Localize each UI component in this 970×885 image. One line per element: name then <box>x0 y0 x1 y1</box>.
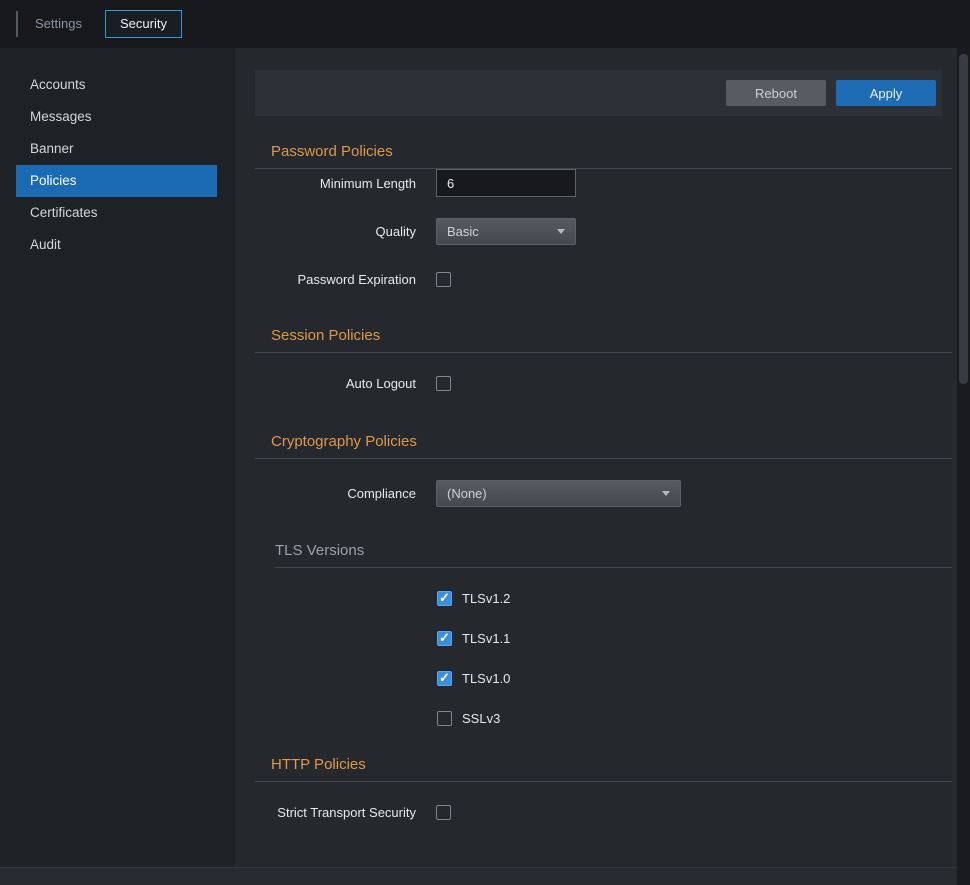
strict-transport-security-row: Strict Transport Security <box>255 798 952 826</box>
compliance-selected-value: (None) <box>447 486 487 501</box>
tls-v1-1-label: TLSv1.1 <box>462 631 510 646</box>
section-password-policies: Password Policies Minimum Length Quality… <box>255 143 952 293</box>
sidebar-item-banner[interactable]: Banner <box>16 133 217 165</box>
minimum-length-input[interactable] <box>436 169 576 197</box>
main-content: Reboot Apply Password Policies Minimum L… <box>235 48 957 867</box>
compliance-label: Compliance <box>255 486 416 501</box>
tls-version-list: TLSv1.2 TLSv1.1 TLSv1.0 SSLv3 <box>275 590 952 726</box>
sslv3-checkbox[interactable] <box>437 711 452 726</box>
chevron-down-icon <box>662 491 670 496</box>
section-session-policies: Session Policies Auto Logout <box>255 327 952 397</box>
section-divider <box>275 567 952 568</box>
action-toolbar: Reboot Apply <box>255 70 942 116</box>
tab-settings[interactable]: Settings <box>35 16 82 31</box>
scrollbar-thumb[interactable] <box>959 54 968 384</box>
reboot-button[interactable]: Reboot <box>726 80 826 106</box>
sidebar-item-certificates[interactable]: Certificates <box>16 197 217 229</box>
section-http-policies: HTTP Policies Strict Transport Security <box>255 756 952 826</box>
sidebar-item-accounts[interactable]: Accounts <box>16 69 217 101</box>
minimum-length-label: Minimum Length <box>255 176 416 191</box>
topbar-left-divider <box>16 11 18 37</box>
vertical-scrollbar[interactable] <box>957 48 970 885</box>
http-policies-title: HTTP Policies <box>255 756 952 774</box>
tls-v1-0-row: TLSv1.0 <box>275 670 952 686</box>
subsection-tls-versions: TLS Versions TLSv1.2 TLSv1.1 TLSv1.0 <box>275 542 952 726</box>
auto-logout-checkbox[interactable] <box>436 376 451 391</box>
policies-form: Password Policies Minimum Length Quality… <box>235 143 957 826</box>
section-divider <box>255 352 952 353</box>
cryptography-policies-title: Cryptography Policies <box>255 433 952 451</box>
footer-bar <box>0 867 957 885</box>
session-policies-title: Session Policies <box>255 327 952 345</box>
tls-v1-2-checkbox[interactable] <box>437 591 452 606</box>
tls-v1-2-label: TLSv1.2 <box>462 591 510 606</box>
quality-row: Quality Basic <box>255 217 952 245</box>
sidebar-item-policies[interactable]: Policies <box>16 165 217 197</box>
topbar: Settings Security <box>0 0 970 48</box>
password-expiration-row: Password Expiration <box>255 265 952 293</box>
quality-selected-value: Basic <box>447 224 479 239</box>
sidebar-item-audit[interactable]: Audit <box>16 229 217 261</box>
auto-logout-label: Auto Logout <box>255 376 416 391</box>
compliance-select[interactable]: (None) <box>436 480 681 507</box>
strict-transport-security-label: Strict Transport Security <box>255 805 416 820</box>
tls-v1-0-label: TLSv1.0 <box>462 671 510 686</box>
apply-button[interactable]: Apply <box>836 80 936 106</box>
tls-v1-0-checkbox[interactable] <box>437 671 452 686</box>
section-divider <box>255 458 952 459</box>
sslv3-label: SSLv3 <box>462 711 500 726</box>
section-cryptography-policies: Cryptography Policies Compliance (None) … <box>255 433 952 726</box>
password-expiration-label: Password Expiration <box>255 272 416 287</box>
password-expiration-checkbox[interactable] <box>436 272 451 287</box>
tls-v1-2-row: TLSv1.2 <box>275 590 952 606</box>
sidebar: Accounts Messages Banner Policies Certif… <box>0 48 235 867</box>
tls-versions-title: TLS Versions <box>275 542 952 560</box>
sslv3-row: SSLv3 <box>275 710 952 726</box>
auto-logout-row: Auto Logout <box>255 369 952 397</box>
password-policies-title: Password Policies <box>255 143 952 161</box>
strict-transport-security-checkbox[interactable] <box>436 805 451 820</box>
quality-label: Quality <box>255 224 416 239</box>
sidebar-item-messages[interactable]: Messages <box>16 101 217 133</box>
minimum-length-row: Minimum Length <box>255 169 952 197</box>
compliance-row: Compliance (None) <box>255 479 952 507</box>
chevron-down-icon <box>557 229 565 234</box>
section-divider <box>255 781 952 782</box>
quality-select[interactable]: Basic <box>436 218 576 245</box>
tls-v1-1-row: TLSv1.1 <box>275 630 952 646</box>
tls-v1-1-checkbox[interactable] <box>437 631 452 646</box>
tab-security[interactable]: Security <box>105 10 182 38</box>
